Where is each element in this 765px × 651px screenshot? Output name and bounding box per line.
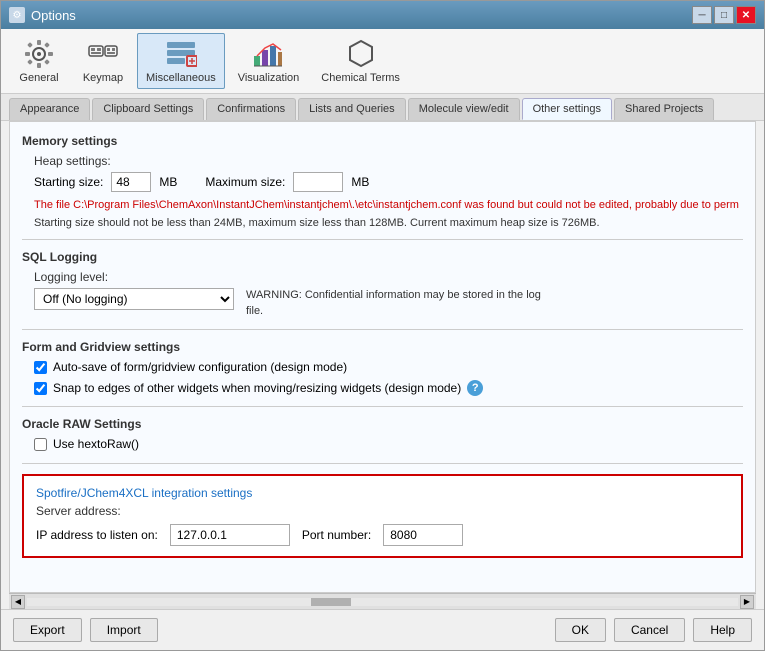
- tab-other-settings[interactable]: Other settings: [522, 98, 612, 120]
- toolbar-miscellaneous[interactable]: Miscellaneous: [137, 33, 225, 89]
- tab-lists-queries[interactable]: Lists and Queries: [298, 98, 406, 120]
- tab-appearance[interactable]: Appearance: [9, 98, 90, 120]
- sql-row: Off (No logging) WARNING: Confidential i…: [34, 288, 743, 319]
- form-section-title: Form and Gridview settings: [22, 340, 743, 354]
- toolbar-keymap-label: Keymap: [83, 72, 123, 84]
- integration-title: Spotfire/JChem4XCL integration settings: [36, 486, 729, 500]
- scroll-track[interactable]: [27, 598, 738, 606]
- misc-icon: [165, 38, 197, 70]
- logging-select[interactable]: Off (No logging): [34, 288, 234, 310]
- integration-box: Spotfire/JChem4XCL integration settings …: [22, 474, 743, 558]
- port-input[interactable]: [383, 524, 463, 546]
- app-icon: ⚙: [9, 7, 25, 23]
- tab-clipboard[interactable]: Clipboard Settings: [92, 98, 204, 120]
- toolbar-chemical-terms[interactable]: Chemical Terms: [312, 33, 409, 89]
- maximum-label: Maximum size:: [205, 175, 285, 189]
- toolbar-visualization-label: Visualization: [238, 72, 300, 84]
- minimize-button[interactable]: ─: [692, 6, 712, 24]
- size-row: Starting size: MB Maximum size: MB: [34, 172, 743, 192]
- maximum-size-input[interactable]: [293, 172, 343, 192]
- scroll-thumb[interactable]: [311, 598, 351, 606]
- sql-section: SQL Logging Logging level: Off (No loggi…: [22, 250, 743, 319]
- sql-section-title: SQL Logging: [22, 250, 743, 264]
- ok-button[interactable]: OK: [555, 618, 606, 642]
- autosave-checkbox[interactable]: [34, 361, 47, 374]
- server-label: Server address:: [36, 504, 729, 518]
- maximum-unit: MB: [351, 175, 369, 189]
- title-buttons: ─ □ ✕: [692, 6, 756, 24]
- cancel-button[interactable]: Cancel: [614, 618, 685, 642]
- sql-warning: WARNING: Confidential information may be…: [246, 288, 546, 319]
- hextoraw-label: Use hextoRaw(): [53, 437, 139, 451]
- tab-molecule-view[interactable]: Molecule view/edit: [408, 98, 520, 120]
- heap-label: Heap settings:: [34, 154, 743, 168]
- autosave-label: Auto-save of form/gridview configuration…: [53, 360, 347, 374]
- toolbar-misc-label: Miscellaneous: [146, 72, 216, 84]
- close-button[interactable]: ✕: [736, 6, 756, 24]
- divider-4: [22, 463, 743, 464]
- footer: Export Import OK Cancel Help: [1, 609, 764, 650]
- ip-address-input[interactable]: [170, 524, 290, 546]
- help-icon[interactable]: ?: [467, 380, 483, 396]
- footer-left: Export Import: [13, 618, 158, 642]
- toolbar-general[interactable]: General: [9, 33, 69, 89]
- oracle-section: Oracle RAW Settings Use hextoRaw(): [22, 417, 743, 451]
- info-text: Starting size should not be less than 24…: [34, 217, 743, 229]
- keymap-icon: [87, 38, 119, 70]
- autosave-row: Auto-save of form/gridview configuration…: [34, 360, 743, 374]
- toolbar-chemical-terms-label: Chemical Terms: [321, 72, 400, 84]
- snap-label: Snap to edges of other widgets when movi…: [53, 381, 461, 395]
- toolbar-visualization[interactable]: Visualization: [229, 33, 309, 89]
- chemical-terms-icon: [345, 38, 377, 70]
- divider-2: [22, 329, 743, 330]
- general-icon: [23, 38, 55, 70]
- toolbar-general-label: General: [19, 72, 58, 84]
- port-label: Port number:: [302, 528, 371, 542]
- tabs-bar: Appearance Clipboard Settings Confirmati…: [1, 94, 764, 121]
- hextoraw-checkbox[interactable]: [34, 438, 47, 451]
- import-button[interactable]: Import: [90, 618, 158, 642]
- hextoraw-row: Use hextoRaw(): [34, 437, 743, 451]
- help-button[interactable]: Help: [693, 618, 752, 642]
- scrollbar[interactable]: ◀ ▶: [9, 593, 756, 609]
- oracle-section-title: Oracle RAW Settings: [22, 417, 743, 431]
- export-button[interactable]: Export: [13, 618, 82, 642]
- maximize-button[interactable]: □: [714, 6, 734, 24]
- scroll-left-arrow[interactable]: ◀: [11, 595, 25, 609]
- logging-label: Logging level:: [34, 270, 743, 284]
- tab-confirmations[interactable]: Confirmations: [206, 98, 296, 120]
- options-window: ⚙ Options ─ □ ✕: [0, 0, 765, 651]
- tab-shared-projects[interactable]: Shared Projects: [614, 98, 714, 120]
- toolbar-keymap[interactable]: Keymap: [73, 33, 133, 89]
- divider-3: [22, 406, 743, 407]
- divider-1: [22, 239, 743, 240]
- title-bar-left: ⚙ Options: [9, 7, 76, 23]
- starting-unit: MB: [159, 175, 177, 189]
- scroll-right-arrow[interactable]: ▶: [740, 595, 754, 609]
- footer-right: OK Cancel Help: [555, 618, 752, 642]
- ip-label: IP address to listen on:: [36, 528, 158, 542]
- starting-size-input[interactable]: [111, 172, 151, 192]
- title-bar: ⚙ Options ─ □ ✕: [1, 1, 764, 29]
- memory-section-title: Memory settings: [22, 134, 743, 148]
- visualization-icon: [252, 38, 284, 70]
- toolbar: General Keymap: [1, 29, 764, 94]
- starting-label: Starting size:: [34, 175, 103, 189]
- server-row: IP address to listen on: Port number:: [36, 524, 729, 546]
- snap-row: Snap to edges of other widgets when movi…: [34, 380, 743, 396]
- snap-checkbox[interactable]: [34, 382, 47, 395]
- window-title: Options: [31, 8, 76, 23]
- content-area: Memory settings Heap settings: Starting …: [9, 121, 756, 593]
- warning-text: The file C:\Program Files\ChemAxon\Insta…: [34, 198, 743, 213]
